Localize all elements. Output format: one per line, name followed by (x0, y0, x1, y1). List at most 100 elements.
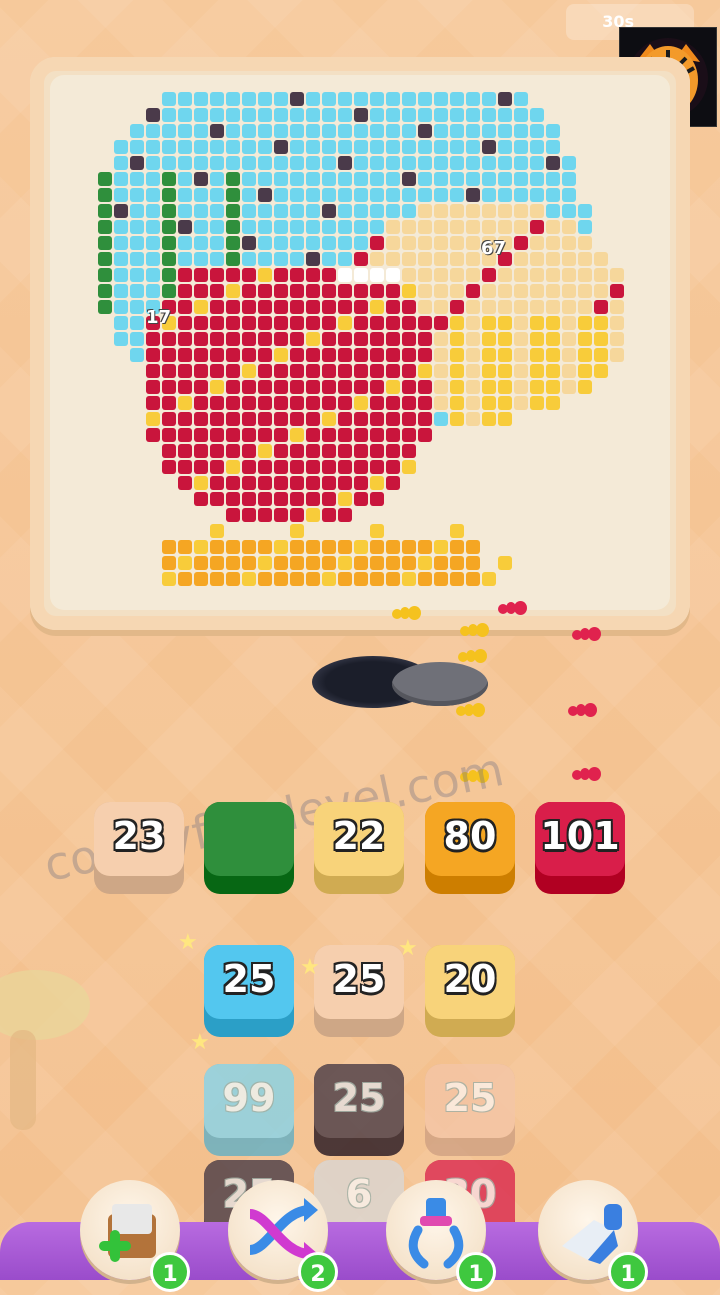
pixel-tile (530, 108, 544, 122)
color-block[interactable]: 25 (314, 945, 404, 1037)
pixel-tile (274, 572, 288, 586)
pixel-tile (482, 140, 496, 154)
pixel-tile (482, 172, 496, 186)
pixel-tile (322, 380, 336, 394)
pixel-tile (370, 140, 384, 154)
pixel-tile (562, 268, 576, 282)
hint-number-left: 17 (146, 307, 172, 328)
pixel-tile (258, 332, 272, 346)
pixel-tile (466, 124, 480, 138)
pixel-tile (146, 284, 160, 298)
pixel-tile (306, 508, 320, 522)
pixel-tile (418, 220, 432, 234)
pixel-tile (562, 236, 576, 250)
pixel-tile (258, 572, 272, 586)
color-block[interactable]: 25 (314, 1064, 404, 1156)
pixel-tile (210, 124, 224, 138)
pixel-tile (258, 348, 272, 362)
pixel-tile (418, 268, 432, 282)
color-block[interactable] (204, 802, 294, 894)
pixel-tile (290, 396, 304, 410)
color-block[interactable]: 25 (204, 945, 294, 1037)
color-block[interactable]: 25 (425, 1064, 515, 1156)
block-face (204, 802, 294, 876)
pixel-tile (562, 380, 576, 394)
color-block[interactable]: 22 (314, 802, 404, 894)
pixel-tile (322, 412, 336, 426)
pixel-tile (402, 188, 416, 202)
pixel-tile (226, 572, 240, 586)
pixel-tile (338, 140, 352, 154)
block-count: 25 (332, 957, 386, 1001)
pixel-tile (578, 332, 592, 346)
sparkle-icon: ★ (398, 936, 418, 961)
pixel-tile (242, 540, 256, 554)
pixel-tile (114, 156, 128, 170)
pixel-tile (514, 380, 528, 394)
pixel-tile (530, 364, 544, 378)
pixel-tile (258, 476, 272, 490)
pixel-tile (514, 108, 528, 122)
pixel-tile (498, 300, 512, 314)
pixel-tile (322, 508, 336, 522)
color-block[interactable]: 101 (535, 802, 625, 894)
pixel-tile (162, 204, 176, 218)
pixel-tile (530, 348, 544, 362)
pixel-tile (290, 364, 304, 378)
pixel-tile (242, 380, 256, 394)
pixel-tile (178, 124, 192, 138)
pixel-tile (258, 188, 272, 202)
pixel-tile (258, 316, 272, 330)
pixel-tile (354, 412, 368, 426)
pixel-tile (178, 364, 192, 378)
pixel-tile (226, 156, 240, 170)
color-block[interactable]: 80 (425, 802, 515, 894)
color-block[interactable]: 99 (204, 1064, 294, 1156)
pixel-tile (370, 460, 384, 474)
pixel-tile (482, 156, 496, 170)
pixel-tile (226, 140, 240, 154)
pixel-tile (338, 156, 352, 170)
pixel-tile (498, 284, 512, 298)
pixel-tile (402, 444, 416, 458)
pixel-tile (194, 460, 208, 474)
pixel-tile (594, 252, 608, 266)
pixel-tile (418, 188, 432, 202)
pixel-tile (226, 476, 240, 490)
pixel-tile (290, 444, 304, 458)
pixel-tile (370, 412, 384, 426)
pixel-tile (418, 204, 432, 218)
pixel-tile (338, 284, 352, 298)
pixel-tile (434, 172, 448, 186)
pixel-tile (274, 268, 288, 282)
pixel-tile (322, 204, 336, 218)
pixel-tile (514, 204, 528, 218)
pixel-tile (386, 268, 400, 282)
pixel-tile (530, 156, 544, 170)
pixel-tile (306, 92, 320, 106)
pixel-tile (130, 284, 144, 298)
pixel-tile (178, 236, 192, 250)
color-block[interactable]: 20 (425, 945, 515, 1037)
pixel-tile (306, 316, 320, 330)
pixel-tile (146, 156, 160, 170)
pixel-tile (354, 300, 368, 314)
pixel-tile (370, 556, 384, 570)
pixel-tile (322, 540, 336, 554)
pixel-tile (322, 428, 336, 442)
pixel-tile (146, 252, 160, 266)
pixel-tile (610, 316, 624, 330)
pixel-tile (338, 476, 352, 490)
pixel-tile (194, 220, 208, 234)
pixel-tile (226, 460, 240, 474)
pixel-tile (194, 172, 208, 186)
pixel-tile (210, 348, 224, 362)
pixel-tile (162, 92, 176, 106)
pixel-tile (178, 412, 192, 426)
pixel-tile (274, 540, 288, 554)
pixel-tile (354, 236, 368, 250)
pixel-tile (434, 380, 448, 394)
color-block[interactable]: 23 (94, 802, 184, 894)
pixel-tile (546, 364, 560, 378)
pixel-tile (386, 444, 400, 458)
